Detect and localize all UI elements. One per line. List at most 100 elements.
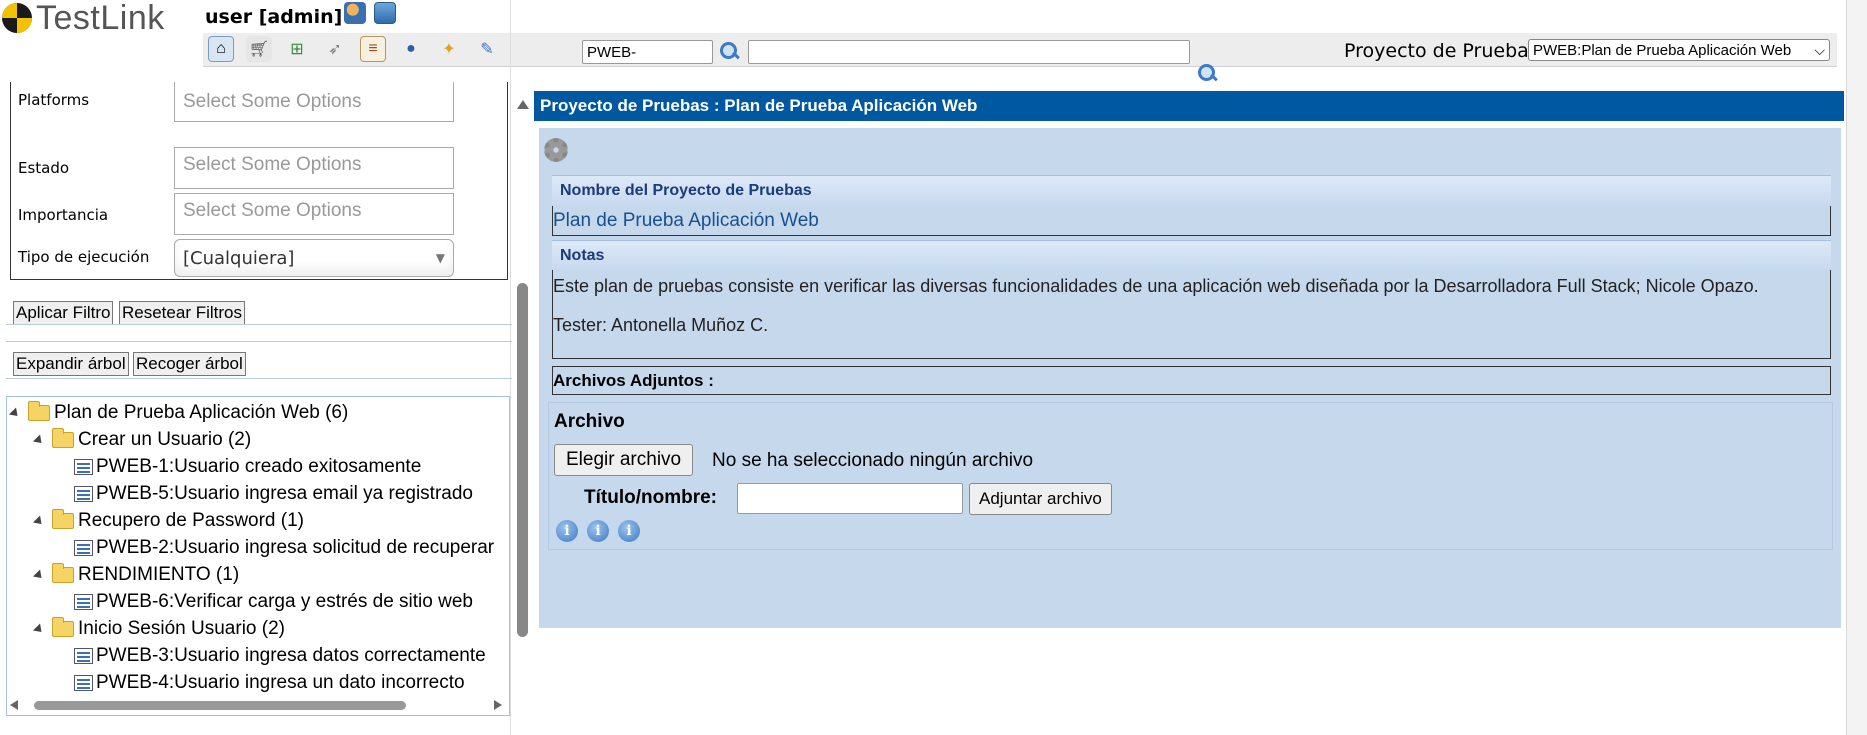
apply-filter-button[interactable]: Aplicar Filtro xyxy=(13,301,114,325)
logout-icon[interactable] xyxy=(374,2,396,24)
user-icons xyxy=(344,2,396,24)
info-icon[interactable]: i xyxy=(618,520,640,542)
tree-icon[interactable]: ⊞ xyxy=(284,36,310,62)
testcase-id-input[interactable] xyxy=(582,40,713,64)
folder-icon xyxy=(52,563,74,583)
notes-tester: Tester: Antonella Muñoz C. xyxy=(553,315,769,335)
file-title-input[interactable] xyxy=(737,483,963,514)
tree-suite-node[interactable]: Recupero de Password (1) xyxy=(32,509,304,532)
tree-node-label[interactable]: PWEB-6:Verificar carga y estrés de sitio… xyxy=(96,591,473,613)
estado-select[interactable]: Select Some Options xyxy=(174,147,454,189)
divider xyxy=(6,324,512,325)
tree-suite-node[interactable]: Crear un Usuario (2) xyxy=(32,428,251,451)
expand-toggle-icon[interactable] xyxy=(8,406,22,420)
attach-file-button[interactable]: Adjuntar archivo xyxy=(969,483,1112,515)
tree-node-label[interactable]: PWEB-3:Usuario ingresa datos correctamen… xyxy=(96,645,486,667)
tree-suite-node[interactable]: Inicio Sesión Usuario (2) xyxy=(32,617,285,640)
user-icon[interactable]: ● xyxy=(398,36,424,62)
tree-node-label[interactable]: Recupero de Password (1) xyxy=(78,510,304,532)
toolbar-icons: ⌂ 🛒︎ ⊞ ➶ ≡ ● ✦ ✎ xyxy=(208,36,500,62)
notes-text: Este plan de pruebas consiste en verific… xyxy=(553,276,1759,296)
user-label: user [admin] xyxy=(205,6,343,28)
divider xyxy=(6,378,512,379)
folder-icon xyxy=(52,428,74,448)
broom-icon[interactable]: ✦ xyxy=(436,36,462,62)
cart-icon[interactable]: 🛒︎ xyxy=(246,36,272,62)
dropdown-arrow-icon: ▼ xyxy=(435,251,445,265)
estado-label: Estado xyxy=(18,159,70,177)
edit-profile-icon[interactable] xyxy=(344,2,366,24)
tree-node-label[interactable]: RENDIMIENTO (1) xyxy=(78,564,239,586)
test-plan-tree: Plan de Prueba Aplicación Web (6) Crear … xyxy=(6,396,510,716)
search-icon[interactable] xyxy=(1196,62,1218,84)
info-icon[interactable]: i xyxy=(587,520,609,542)
panel-divider[interactable] xyxy=(510,0,511,735)
scroll-up-arrow-icon[interactable] xyxy=(517,100,529,109)
scroll-left-arrow-icon[interactable] xyxy=(10,700,18,710)
page-title: Proyecto de Pruebas : Plan de Prueba Apl… xyxy=(534,91,1844,121)
document-icon[interactable]: ≡ xyxy=(360,36,386,62)
tree-testcase-node[interactable]: PWEB-6:Verificar carga y estrés de sitio… xyxy=(74,591,473,613)
scroll-right-arrow-icon[interactable] xyxy=(494,700,502,710)
project-select[interactable]: PWEB:Plan de Prueba Aplicación Web ⌵ xyxy=(1528,39,1830,61)
importancia-label: Importancia xyxy=(18,206,109,224)
scrollbar-thumb[interactable] xyxy=(34,701,406,710)
folder-icon xyxy=(52,617,74,637)
tipo-ejecucion-select[interactable]: [Cualquiera] ▼ xyxy=(174,239,454,277)
window-edge xyxy=(1846,0,1867,735)
file-title-label: Título/nombre: xyxy=(584,487,717,508)
tree-node-label[interactable]: PWEB-4:Usuario ingresa un dato incorrect… xyxy=(96,672,465,694)
scrollbar-thumb[interactable] xyxy=(517,283,528,637)
testcase-icon xyxy=(74,648,93,664)
platforms-select[interactable]: Select Some Options xyxy=(174,82,454,122)
testcase-search-icon[interactable] xyxy=(718,40,740,62)
tree-root-node[interactable]: Plan de Prueba Aplicación Web (6) xyxy=(8,401,348,424)
tree-testcase-node[interactable]: PWEB-4:Usuario ingresa un dato incorrect… xyxy=(74,672,465,694)
search-input[interactable] xyxy=(748,40,1190,64)
tree-node-label[interactable]: Crear un Usuario (2) xyxy=(78,429,251,451)
tree-testcase-node[interactable]: PWEB-1:Usuario creado exitosamente xyxy=(74,456,421,478)
file-label: Archivo xyxy=(554,411,625,432)
testcase-icon xyxy=(74,486,93,502)
project-name-header: Nombre del Proyecto de Pruebas xyxy=(552,175,1831,205)
left-panel-vertical-scrollbar[interactable] xyxy=(514,96,530,641)
testcase-icon xyxy=(74,540,93,556)
tree-node-label[interactable]: PWEB-2:Usuario ingresa solicitud de recu… xyxy=(96,537,494,559)
testcase-icon xyxy=(74,594,93,610)
choose-file-button[interactable]: Elegir archivo xyxy=(554,444,694,476)
tree-node-label[interactable]: PWEB-1:Usuario creado exitosamente xyxy=(96,456,421,478)
expand-toggle-icon[interactable] xyxy=(32,433,46,447)
reset-filters-button[interactable]: Resetear Filtros xyxy=(119,301,245,325)
home-icon[interactable]: ⌂ xyxy=(208,36,234,62)
file-upload-section xyxy=(548,402,1833,550)
collapse-tree-button[interactable]: Recoger árbol xyxy=(133,352,246,376)
logo-text: TestLink xyxy=(36,0,165,37)
notes-header: Notas xyxy=(552,240,1831,269)
info-icons: i i i xyxy=(556,520,640,542)
rocket-icon[interactable]: ➶ xyxy=(322,36,348,62)
no-file-text: No se ha seleccionado ningún archivo xyxy=(712,450,1034,471)
tipo-ejecucion-label: Tipo de ejecución xyxy=(18,248,150,266)
gear-icon[interactable] xyxy=(544,138,568,162)
chevron-down-icon: ⌵ xyxy=(1814,41,1825,58)
tree-node-label[interactable]: PWEB-5:Usuario ingresa email ya registra… xyxy=(96,483,473,505)
expand-toggle-icon[interactable] xyxy=(32,514,46,528)
tree-node-label[interactable]: Plan de Prueba Aplicación Web (6) xyxy=(54,402,348,424)
tree-testcase-node[interactable]: PWEB-2:Usuario ingresa solicitud de recu… xyxy=(74,537,494,559)
expand-toggle-icon[interactable] xyxy=(32,568,46,582)
tree-horizontal-scrollbar[interactable] xyxy=(8,697,504,713)
pen-icon[interactable]: ✎ xyxy=(474,36,500,62)
importancia-select[interactable]: Select Some Options xyxy=(174,193,454,235)
tree-suite-node[interactable]: RENDIMIENTO (1) xyxy=(32,563,239,586)
expand-tree-button[interactable]: Expandir árbol xyxy=(13,352,129,376)
notes-content: Este plan de pruebas consiste en verific… xyxy=(552,270,1831,359)
info-icon[interactable]: i xyxy=(556,520,578,542)
testcase-icon xyxy=(74,459,93,475)
folder-icon xyxy=(28,401,50,421)
testlink-logo[interactable]: TestLink xyxy=(2,0,165,37)
tree-testcase-node[interactable]: PWEB-3:Usuario ingresa datos correctamen… xyxy=(74,645,486,667)
project-name-value: Plan de Prueba Aplicación Web xyxy=(552,206,1831,236)
expand-toggle-icon[interactable] xyxy=(32,622,46,636)
tree-testcase-node[interactable]: PWEB-5:Usuario ingresa email ya registra… xyxy=(74,483,473,505)
tree-node-label[interactable]: Inicio Sesión Usuario (2) xyxy=(78,618,285,640)
